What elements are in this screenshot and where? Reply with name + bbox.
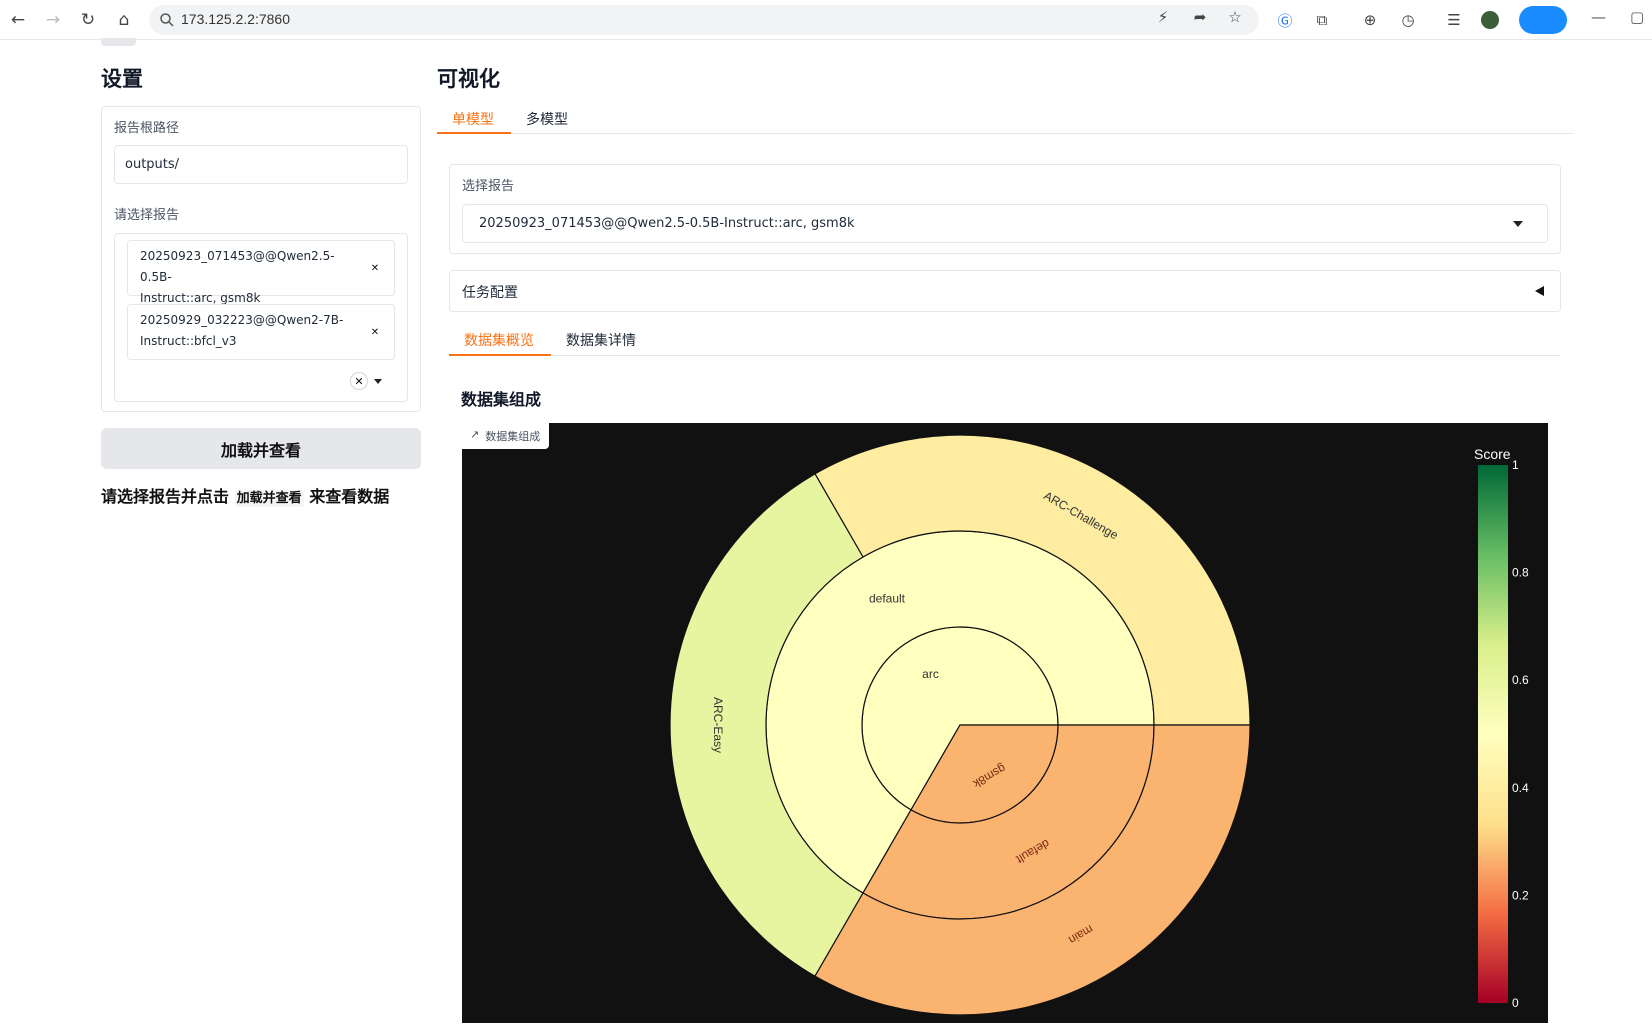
menu-icon[interactable]: ☰	[1443, 9, 1465, 31]
visualization-title: 可视化	[437, 67, 500, 91]
colorbar-title: Score	[1474, 446, 1511, 462]
colorbar-tick-label: 0.6	[1512, 673, 1529, 687]
hint-suffix: 来查看数据	[309, 487, 390, 506]
url-text: 173.125.2.2:7860	[181, 11, 290, 27]
root-path-label: 报告根路径	[114, 121, 180, 136]
hint-code: 加载并查看	[234, 490, 304, 507]
subtabs-divider	[449, 355, 1561, 356]
reload-icon[interactable]: ↻	[77, 9, 99, 31]
tab-single-model[interactable]: 单模型	[452, 109, 494, 129]
share-icon[interactable]: ➦	[1191, 8, 1209, 26]
forward-icon[interactable]: →	[42, 9, 64, 31]
plot-badge-label: 数据集组成	[485, 430, 541, 443]
download-icon[interactable]: ⊕	[1359, 9, 1381, 31]
tab-dataset-overview[interactable]: 数据集概览	[464, 330, 534, 350]
tab-multi-model[interactable]: 多模型	[526, 109, 568, 129]
home-icon[interactable]: ⌂	[113, 9, 135, 31]
report-chip-line2: Instruct::bfcl_v3	[140, 334, 237, 348]
load-and-view-button[interactable]: 加载并查看	[101, 428, 421, 469]
report-chip: 20250929_032223@@Qwen2-7B- Instruct::bfc…	[127, 304, 395, 360]
select-report-dropdown[interactable]: 20250923_071453@@Qwen2.5-0.5B-Instruct::…	[462, 204, 1548, 243]
chevron-down-icon[interactable]	[374, 379, 382, 384]
colorbar	[1478, 465, 1508, 1003]
collapse-triangle-icon	[1535, 286, 1544, 296]
report-chip-line1: 20250929_032223@@Qwen2-7B-	[140, 313, 344, 327]
tab-dataset-details[interactable]: 数据集详情	[566, 330, 636, 350]
sunburst-svg: arcgsm8kdefaultdefaultARC-ChallengeARC-E…	[669, 434, 1529, 1016]
sunburst-label: arc	[922, 667, 939, 681]
tabs-divider	[437, 133, 1574, 134]
task-config-accordion[interactable]: 任务配置	[449, 270, 1561, 312]
chart-icon: ↗	[470, 428, 480, 441]
colorbar-tick-label: 0.2	[1512, 888, 1529, 902]
minimize-icon[interactable]: —	[1591, 8, 1606, 26]
lightning-icon[interactable]: ⚡	[1154, 8, 1172, 26]
tab-active-indicator	[437, 132, 511, 134]
cloud-icon[interactable]	[1519, 6, 1567, 34]
chevron-down-icon	[1513, 221, 1523, 227]
colorbar-tick-label: 0.8	[1512, 566, 1529, 580]
report-chip-line1: 20250923_071453@@Qwen2.5-0.5B-	[140, 249, 335, 284]
sunburst-label: default	[869, 592, 906, 606]
settings-title: 设置	[101, 67, 143, 91]
root-path-input[interactable]: outputs/	[114, 145, 408, 184]
browser-toolbar: ← → ↻ ⌂ 173.125.2.2:7860 ⚡ ➦ ☆ Ⓖ ⧉ ⊕ ◷ ☰…	[0, 0, 1652, 40]
colorbar-tick-label: 0	[1512, 996, 1519, 1010]
avatar[interactable]	[1479, 9, 1501, 31]
restore-icon[interactable]: ▢	[1630, 8, 1644, 26]
colorbar-tick-label: 0.4	[1512, 781, 1529, 795]
select-report-value: 20250923_071453@@Qwen2.5-0.5B-Instruct::…	[479, 216, 855, 231]
clear-all-icon[interactable]: ✕	[350, 372, 368, 390]
sunburst-label: ARC-Easy	[711, 697, 725, 753]
address-bar[interactable]: 173.125.2.2:7860	[149, 5, 1259, 35]
sunburst-plot[interactable]: arc gsm8k default default ARC-Challenge ARC-E…	[462, 423, 1548, 1023]
plot-badge: ↗ 数据集组成	[462, 423, 550, 449]
report-chip: 20250923_071453@@Qwen2.5-0.5B- Instruct:…	[127, 240, 395, 305]
search-icon	[160, 13, 174, 27]
star-icon[interactable]: ☆	[1226, 8, 1244, 26]
translate-icon[interactable]: Ⓖ	[1274, 9, 1296, 31]
subtab-active-indicator	[449, 354, 551, 356]
back-icon[interactable]: ←	[7, 9, 29, 31]
hint-text: 请选择报告并点击 加载并查看 来查看数据	[101, 483, 389, 507]
remove-report-icon[interactable]: ✕	[368, 261, 382, 275]
collapsed-tab[interactable]	[101, 38, 136, 46]
plot-title: 数据集组成	[461, 390, 542, 409]
remove-report-icon[interactable]: ✕	[368, 325, 382, 339]
history-icon[interactable]: ◷	[1397, 9, 1419, 31]
task-config-label: 任务配置	[462, 285, 518, 301]
select-reports-label: 请选择报告	[114, 208, 180, 223]
hint-prefix: 请选择报告并点击	[101, 487, 230, 506]
select-report-label: 选择报告	[462, 179, 515, 194]
colorbar-tick-label: 1	[1512, 458, 1519, 472]
extensions-icon[interactable]: ⧉	[1311, 9, 1333, 31]
